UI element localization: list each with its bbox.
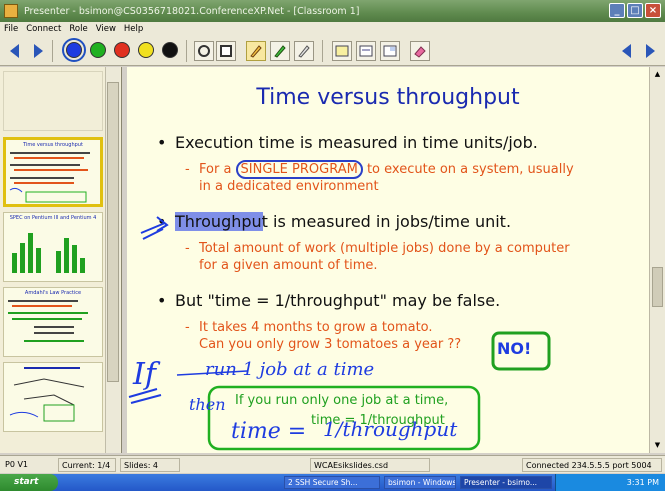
pen-icon: [250, 45, 262, 58]
slide-view-button[interactable]: [332, 41, 352, 61]
pen-tool-button[interactable]: [246, 41, 266, 61]
status-pov: P0 V1: [5, 460, 29, 469]
arrow-left-icon: [9, 44, 19, 58]
thumbnail-bar-preview: [12, 233, 85, 273]
start-button[interactable]: start: [0, 474, 58, 491]
menu-role[interactable]: Role: [65, 24, 91, 34]
eraser-icon: [414, 46, 426, 58]
eraser-pen-button[interactable]: [294, 41, 314, 61]
thumbnail-slide-4[interactable]: [3, 362, 103, 432]
app-icon: [4, 4, 18, 18]
ink-no: NO!: [497, 339, 532, 358]
select-tool-button[interactable]: [194, 41, 214, 61]
ink-then: then: [189, 395, 226, 414]
thumbnail-preview: [8, 300, 88, 342]
slide-scrollbar[interactable]: ▲ ▼: [649, 67, 665, 453]
thumbnail-blank[interactable]: [3, 71, 103, 131]
thumbnail-slide-2[interactable]: SPEC on Pentium III and Pentium 4: [3, 212, 103, 282]
maximize-button[interactable]: □: [627, 3, 643, 18]
menu-help[interactable]: Help: [120, 24, 147, 34]
menu-file[interactable]: File: [0, 24, 22, 34]
thumbnail-slide-3[interactable]: Amdahl's Law Practice: [3, 287, 103, 357]
arrow-right-icon: [33, 44, 43, 58]
minimize-slide-button[interactable]: [380, 41, 400, 61]
status-slide-count: Slides: 4: [120, 458, 180, 472]
thumbnail-scroll-thumb[interactable]: [107, 82, 119, 382]
scroll-down-button[interactable]: ▼: [652, 440, 663, 451]
window-title: Presenter - bsimon@CS0356718021.Conferen…: [24, 5, 360, 17]
pen-color-red[interactable]: [114, 42, 130, 58]
slide-thumbnail-panel: Time versus throughput SPEC on Pentium I…: [0, 67, 122, 453]
menu-view[interactable]: View: [92, 24, 120, 34]
prev-slide-button[interactable]: [4, 41, 24, 61]
whiteboard-icon: [359, 45, 373, 57]
prev-slide-button-right[interactable]: [616, 41, 636, 61]
minimize-slide-icon: [383, 45, 397, 57]
slide-view-icon: [335, 45, 349, 57]
status-current-slide: Current: 1/4: [58, 458, 116, 472]
eraser-button[interactable]: [410, 41, 430, 61]
thumbnail-diagram-preview: [9, 367, 85, 422]
clock: 3:31 PM: [626, 478, 659, 487]
windows-taskbar: start 2 SSH Secure Sh... bsimon - Window…: [0, 474, 665, 491]
thumbnail-title: SPEC on Pentium III and Pentium 4: [9, 215, 97, 221]
thumbnail-slide-1[interactable]: Time versus throughput: [3, 137, 103, 207]
thumbnail-scrollbar[interactable]: [105, 67, 120, 453]
next-slide-button[interactable]: [28, 41, 48, 61]
whiteboard-button[interactable]: [356, 41, 376, 61]
pen-color-green[interactable]: [90, 42, 106, 58]
ink-run-one-job: run 1 job at a time: [205, 359, 375, 380]
ink-one-over-throughput: 1/throughput: [323, 417, 458, 441]
thumbnail-preview: [9, 152, 90, 203]
close-button[interactable]: ×: [645, 3, 661, 18]
rectangle-select-icon: [198, 45, 210, 57]
ink-if: If: [133, 357, 156, 392]
status-connection: Connected 234.5.5.5 port 5004: [522, 458, 662, 472]
menu-bar: File Connect Role View Help: [0, 22, 665, 36]
pen-color-blue[interactable]: [62, 38, 86, 62]
thumbnail-title: Time versus throughput: [23, 142, 83, 148]
pen-color-black[interactable]: [162, 42, 178, 58]
slide-scroll-thumb[interactable]: [652, 267, 663, 307]
arrow-left-icon: [621, 44, 631, 58]
task-windows-explorer[interactable]: bsimon - Windows...: [384, 476, 456, 489]
ink-arrow: [140, 216, 169, 240]
title-bar: Presenter - bsimon@CS0356718021.Conferen…: [0, 0, 665, 22]
task-presenter[interactable]: Presenter - bsimo...: [460, 476, 552, 489]
shape-tool-button[interactable]: [216, 41, 236, 61]
status-deck-name: WCAEsikslides.csd: [310, 458, 430, 472]
status-bar: P0 V1 Current: 1/4 Slides: 4 WCAEsikslid…: [0, 455, 665, 473]
task-ssh[interactable]: 2 SSH Secure Sh...: [284, 476, 380, 489]
thumbnail-title: Amdahl's Law Practice: [24, 290, 82, 296]
slide-canvas[interactable]: Time versus throughput • Execution time i…: [127, 67, 649, 453]
toolbar: [0, 36, 665, 66]
box-text-line-1: If you run only one job at a time,: [235, 393, 449, 408]
minimize-button[interactable]: _: [609, 3, 625, 18]
system-tray: 3:31 PM: [555, 474, 665, 491]
highlighter-icon: [274, 45, 286, 58]
next-slide-button-right[interactable]: [640, 41, 660, 61]
eraser-pen-icon: [298, 45, 310, 58]
ink-time-equals: time =: [231, 419, 307, 444]
menu-connect[interactable]: Connect: [22, 24, 65, 34]
arrow-right-icon: [645, 44, 655, 58]
highlighter-tool-button[interactable]: [270, 41, 290, 61]
pen-color-yellow[interactable]: [138, 42, 154, 58]
scroll-up-button[interactable]: ▲: [652, 69, 663, 80]
square-icon: [220, 45, 232, 57]
